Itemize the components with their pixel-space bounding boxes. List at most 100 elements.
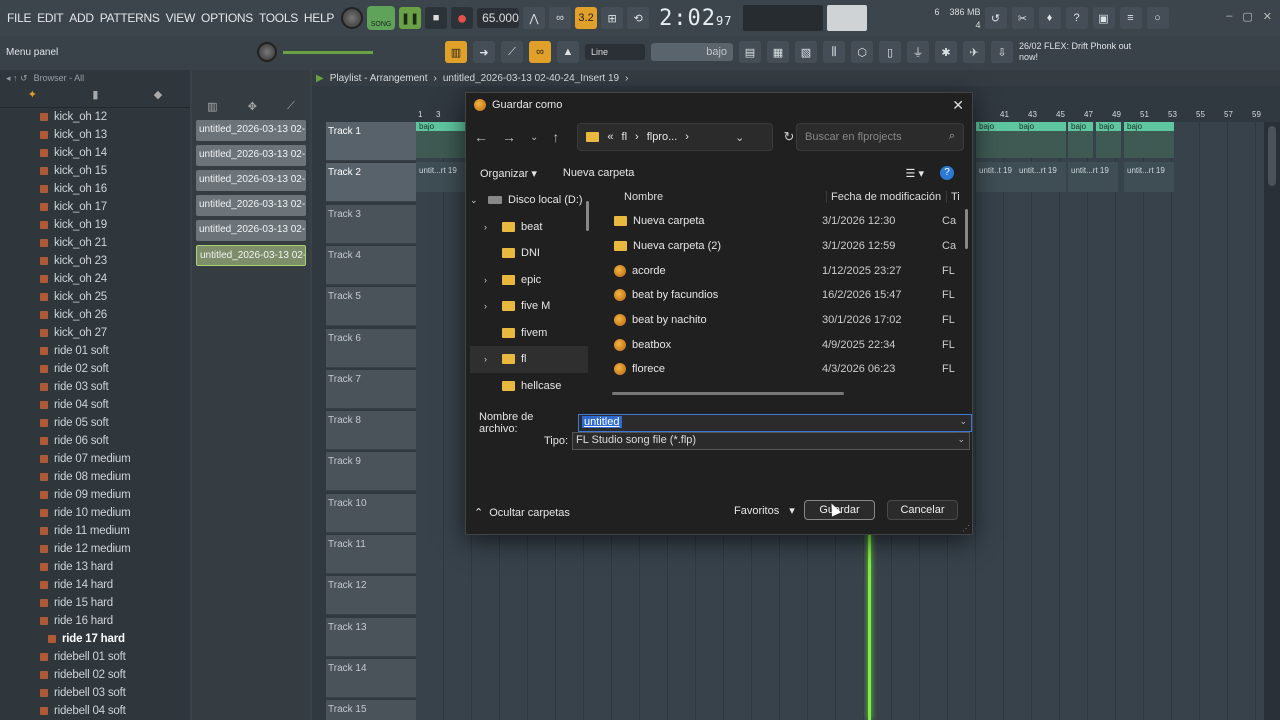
browser-item[interactable]: ride 05 soft: [0, 414, 190, 432]
file-list-scrollbar[interactable]: [965, 209, 968, 249]
browser-item[interactable]: ridebell 02 soft: [0, 666, 190, 684]
plug-icon[interactable]: ⏚: [907, 41, 929, 63]
play-pause-button[interactable]: ❚❚: [399, 7, 422, 29]
address-chevron-icon[interactable]: ⌄: [735, 131, 744, 144]
filetype-select[interactable]: FL Studio song file (*.flp) ⌄: [572, 432, 971, 450]
filename-input[interactable]: untitled ⌄: [578, 414, 972, 432]
chevron-right-icon[interactable]: ›: [484, 222, 496, 232]
pattern-item[interactable]: untitled_2026-03-13 02-...: [196, 195, 306, 216]
browser-item[interactable]: kick_oh 24: [0, 270, 190, 288]
address-prev[interactable]: «: [607, 131, 613, 143]
browser-item[interactable]: ride 15 hard: [0, 594, 190, 612]
browser-item[interactable]: ride 09 medium: [0, 486, 190, 504]
browser-item[interactable]: ride 04 soft: [0, 396, 190, 414]
audio-clip[interactable]: untit...rt 19: [1124, 162, 1174, 192]
menu-view[interactable]: VIEW: [163, 11, 198, 25]
pattern-clip[interactable]: bajo: [1016, 122, 1066, 158]
browser-item[interactable]: kick_oh 17: [0, 198, 190, 216]
pattern-item[interactable]: untitled_2026-03-13 02-...: [196, 120, 306, 141]
chevron-right-icon[interactable]: ›: [484, 275, 496, 285]
refresh-icon[interactable]: ↻: [783, 129, 794, 145]
step-edit-icon[interactable]: ⊞: [601, 7, 624, 29]
track-header[interactable]: Track 13: [326, 617, 422, 657]
chevron-down-icon[interactable]: ⌄: [470, 195, 482, 206]
plane-icon[interactable]: ✈: [963, 41, 985, 63]
browser-item[interactable]: ride 17 hard: [0, 630, 190, 648]
chat-icon[interactable]: ○: [1146, 7, 1169, 29]
channel-name[interactable]: bajo: [651, 43, 733, 61]
file-row[interactable]: beatbox 4/9/2025 22:34 FL: [606, 332, 968, 357]
picker-slide-icon[interactable]: ⟋: [287, 100, 295, 113]
audio-clip[interactable]: untit...rt 19: [416, 162, 466, 192]
column-name[interactable]: Nombre: [606, 191, 826, 203]
help-icon-dialog[interactable]: ?: [940, 166, 954, 180]
column-type[interactable]: Ti: [946, 191, 960, 203]
file-row[interactable]: beat by nachito 30/1/2026 17:02 FL: [606, 308, 968, 333]
address-crumb-fl[interactable]: fl: [622, 131, 628, 143]
browser-item[interactable]: kick_oh 23: [0, 252, 190, 270]
browser-item[interactable]: ride 12 medium: [0, 540, 190, 558]
browser-item[interactable]: ride 13 hard: [0, 558, 190, 576]
tree-node[interactable]: › five M: [470, 293, 588, 320]
menu-file[interactable]: FILE: [4, 11, 34, 25]
tree-node[interactable]: ⌄ Disco local (D:): [470, 187, 588, 214]
close-icon[interactable]: ✕: [1263, 10, 1272, 23]
column-date[interactable]: Fecha de modificación: [826, 191, 946, 203]
browser-item[interactable]: kick_oh 19: [0, 216, 190, 234]
file-row[interactable]: acorde 1/12/2025 23:27 FL: [606, 258, 968, 283]
audio-clip[interactable]: untit..t 19: [976, 162, 1016, 192]
wait-input-icon[interactable]: ∞: [549, 7, 572, 29]
hide-folders-toggle[interactable]: ⌃ Ocultar carpetas: [474, 506, 570, 520]
track-header[interactable]: Track 7: [326, 369, 422, 409]
address-bar[interactable]: « fl › flpro... › ⌄ ↻: [577, 123, 794, 151]
browser-icon[interactable]: ▧: [795, 41, 817, 63]
cut-icon[interactable]: ✂: [1011, 7, 1034, 29]
browser-item[interactable]: kick_oh 13: [0, 126, 190, 144]
picker-piano-icon[interactable]: ▥: [207, 100, 217, 113]
playlist-scrollbar[interactable]: [1264, 122, 1280, 720]
pattern-number[interactable]: 3.2: [575, 7, 598, 29]
track-header[interactable]: Track 5: [326, 287, 422, 327]
playhead[interactable]: [868, 533, 871, 720]
piano-roll-icon[interactable]: ▦: [767, 41, 789, 63]
maximize-icon[interactable]: ▢: [1242, 10, 1252, 23]
menu-edit[interactable]: EDIT: [34, 11, 66, 25]
file-row[interactable]: florece 4/3/2026 06:23 FL: [606, 357, 968, 382]
chevron-right-icon[interactable]: ›: [484, 354, 496, 364]
tempo-display[interactable]: 65.000: [477, 8, 520, 28]
browser-tab-plugins-icon[interactable]: ◆: [154, 88, 162, 107]
forward-icon[interactable]: →: [502, 129, 516, 145]
track-header[interactable]: Track 2: [326, 163, 422, 203]
download-icon[interactable]: ⇩: [991, 41, 1013, 63]
favorites-button[interactable]: Favoritos ▾: [734, 504, 795, 518]
menu-patterns[interactable]: PATTERNS: [97, 11, 163, 25]
browser-item[interactable]: ride 14 hard: [0, 576, 190, 594]
pattern-clip[interactable]: bajo: [416, 122, 466, 158]
tree-node[interactable]: › beat: [470, 214, 588, 241]
picker-move-icon[interactable]: ✥: [248, 100, 257, 113]
record-button[interactable]: ●: [451, 7, 474, 29]
file-row[interactable]: Nueva carpeta 3/1/2026 12:30 Ca: [606, 209, 968, 234]
browser-item[interactable]: kick_oh 27: [0, 324, 190, 342]
browser-tab-files-icon[interactable]: ▮: [92, 88, 98, 107]
view-options-icon[interactable]: ☰ ▾: [906, 167, 924, 180]
browser-item[interactable]: ride 08 medium: [0, 468, 190, 486]
pattern-item[interactable]: untitled_2026-03-13 02-...: [196, 220, 306, 241]
channel-rack-icon[interactable]: ▤: [739, 41, 761, 63]
browser-item[interactable]: ride 02 soft: [0, 360, 190, 378]
track-header[interactable]: Track 6: [326, 328, 422, 368]
save-icon[interactable]: ▣: [1092, 7, 1115, 29]
menu-add[interactable]: ADD: [66, 11, 96, 25]
address-crumb-flpro[interactable]: flpro...: [647, 131, 678, 143]
browser-item[interactable]: ride 01 soft: [0, 342, 190, 360]
browser-arrow-icon[interactable]: ◂ ↑ ↺: [6, 73, 28, 85]
minimize-icon[interactable]: –: [1226, 10, 1232, 23]
browser-item[interactable]: kick_oh 14: [0, 144, 190, 162]
browser-item[interactable]: kick_oh 12: [0, 108, 190, 126]
browser-item[interactable]: ride 03 soft: [0, 378, 190, 396]
menu-options[interactable]: OPTIONS: [198, 11, 256, 25]
song-mode-toggle[interactable]: SONG: [367, 6, 396, 30]
pattern-clip[interactable]: bajo: [976, 122, 1016, 158]
stamp-icon[interactable]: ▲: [557, 41, 579, 63]
track-header[interactable]: Track 12: [326, 576, 422, 616]
